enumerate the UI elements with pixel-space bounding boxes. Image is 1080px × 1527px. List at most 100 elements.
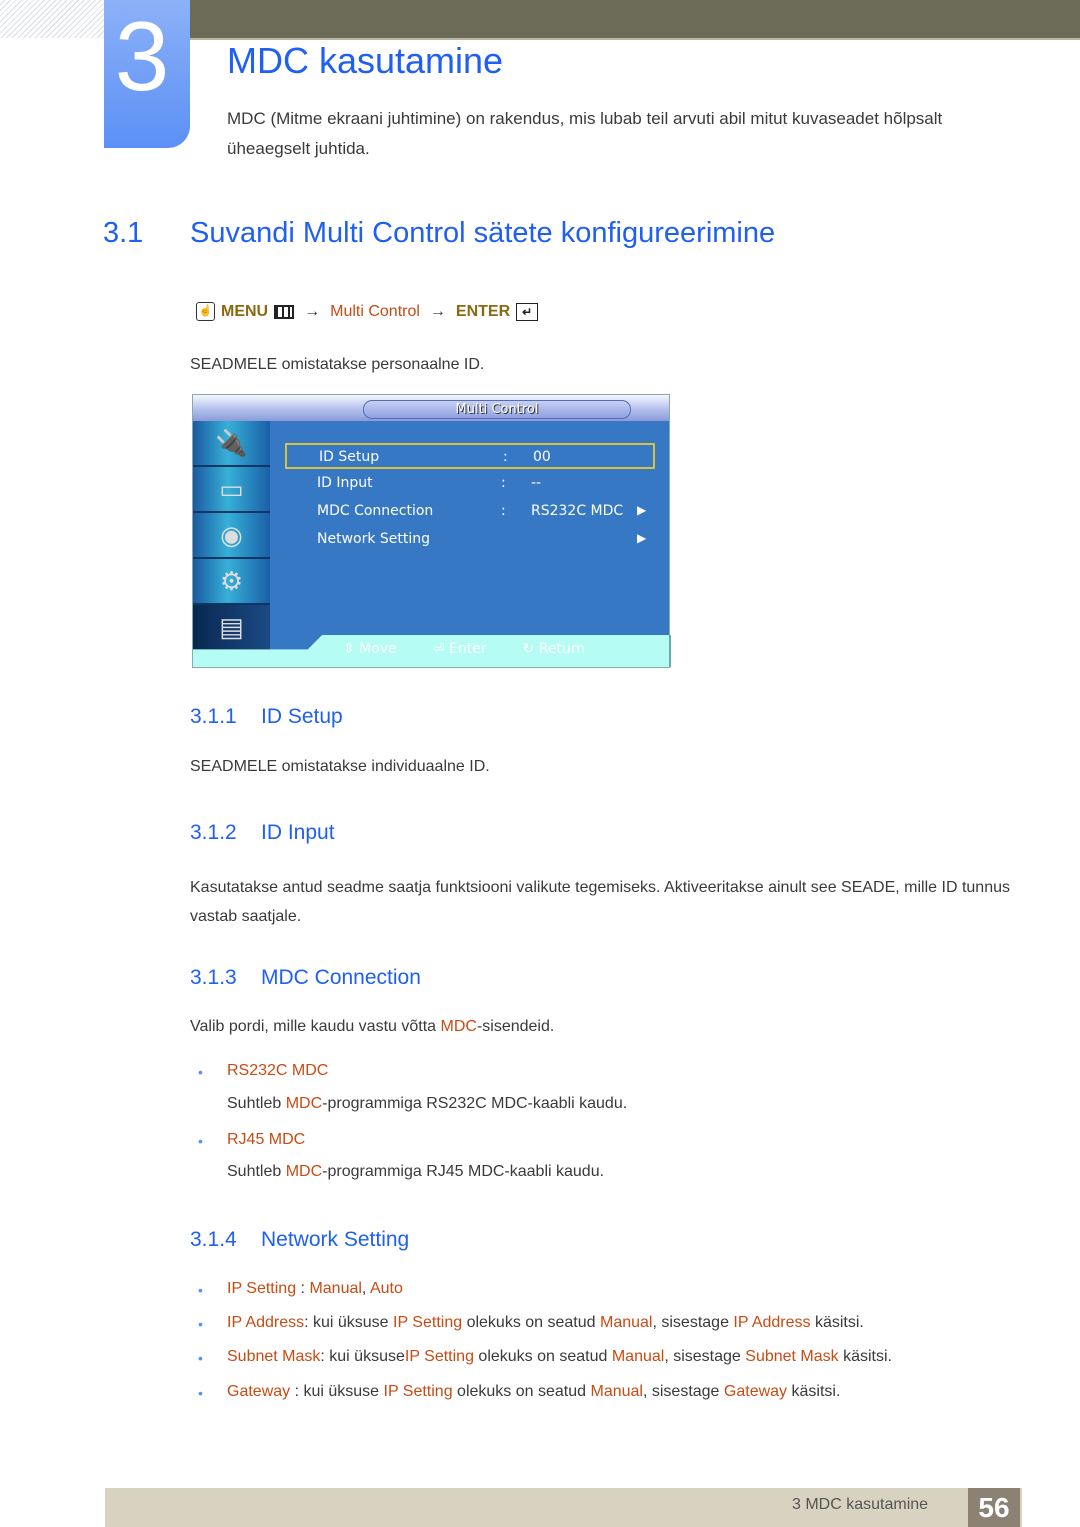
input-plug-icon: 🔌 [193, 421, 270, 467]
osd-hint-label: Return [538, 641, 586, 657]
bullet-icon: • [198, 1282, 203, 1298]
text: käsitsi. [787, 1383, 841, 1400]
text: , sisestage [664, 1348, 746, 1365]
highlight: Auto [369, 1280, 403, 1297]
option-desc: Suhtleb MDC-programmiga RJ45 MDC-kaabli … [227, 1163, 604, 1181]
text: olekuks on seatud [473, 1348, 612, 1365]
highlight: Subnet Mask [227, 1348, 321, 1365]
highlight: IP Setting [227, 1280, 297, 1297]
section-number: 3.1 [103, 217, 144, 249]
text: , sisestage [652, 1314, 734, 1331]
subsection-number: 3.1.1 [190, 705, 237, 728]
return-icon: ↻ [522, 641, 535, 657]
network-bullet: IP Address: kui üksuse IP Setting olekuk… [227, 1314, 864, 1332]
highlight: IP Address [227, 1314, 305, 1331]
play-arrow-icon: ▶ [637, 503, 647, 517]
network-bullet: IP Setting : Manual, Auto [227, 1280, 403, 1298]
osd-title: Multi Control [363, 400, 631, 419]
osd-row-label: MDC Connection [317, 503, 434, 519]
osd-sidebar: 🔌 ▭ ◉ ⚙ ▤ [193, 421, 270, 651]
text: , sisestage [642, 1383, 724, 1400]
subsection-number: 3.1.3 [190, 966, 237, 989]
text: : [296, 1280, 310, 1297]
highlight: Manual [309, 1280, 362, 1297]
move-icon: ⇕ [343, 641, 355, 657]
text: Valib pordi, mille kaudu vastu võtta [190, 1018, 441, 1035]
text: -programmiga RS232C MDC-kaabli kaudu. [322, 1095, 628, 1112]
arrow-icon: → [429, 302, 446, 320]
chapter-number: 3 [114, 1, 170, 111]
text: Suhtleb [227, 1095, 286, 1112]
subsection-title: ID Setup [261, 705, 343, 728]
section-description: SEADMELE omistatakse personaalne ID. [190, 356, 485, 373]
text: olekuks on seatud [462, 1314, 600, 1331]
page-number: 56 [968, 1488, 1020, 1527]
subsection-title: ID Input [261, 821, 335, 844]
highlight: Manual [590, 1383, 643, 1400]
enter-icon: ↵ [516, 302, 539, 321]
subsection-title: Network Setting [261, 1228, 410, 1251]
chapter-title: MDC kasutamine [227, 40, 504, 81]
section-title: Suvandi Multi Control sätete konfigureer… [190, 217, 776, 249]
text: , [361, 1280, 370, 1297]
menu-icon [274, 304, 295, 319]
osd-row-colon: : [503, 449, 508, 465]
network-bullet: Subnet Mask: kui üksuseIP Setting olekuk… [227, 1348, 892, 1366]
osd-hint-return: ↻ Return [523, 641, 586, 657]
multi-control-icon: ▤ [193, 605, 270, 651]
play-arrow-icon: ▶ [637, 531, 647, 545]
osd-row-label: ID Setup [319, 449, 380, 465]
subsection-number: 3.1.4 [190, 1228, 237, 1251]
osd-row-id-input: ID Input : -- [285, 471, 655, 497]
osd-row-colon: : [501, 475, 506, 491]
osd-hint-label: Enter [448, 641, 487, 657]
osd-hint-enter: ⏎ Enter [433, 641, 487, 657]
subsection-text: Kasutatakse antud seadme saatja funktsio… [190, 879, 1010, 925]
highlight: IP Address [733, 1314, 811, 1331]
highlight: MDC [285, 1163, 323, 1180]
bullet-icon: • [198, 1316, 203, 1332]
highlight: Gateway [723, 1383, 788, 1400]
text: käsitsi. [810, 1314, 864, 1331]
highlight: Gateway [227, 1383, 291, 1400]
highlight: MDC [440, 1018, 477, 1035]
text: : kui üksuse [320, 1348, 405, 1365]
text: Suhtleb [227, 1163, 286, 1180]
bullet-icon: • [198, 1350, 203, 1366]
osd-row-network-setting: Network Setting ▶ [285, 527, 655, 553]
osd-menu-screenshot: Multi Control 🔌 ▭ ◉ ⚙ ▤ ID Setup : 00 ID… [192, 394, 671, 668]
osd-row-value: 00 [533, 449, 551, 465]
subsection-number: 3.1.2 [190, 821, 237, 844]
osd-hints: ⇕ Move ⏎ Enter ↻ Return [343, 641, 585, 657]
subsection-text: SEADMELE omistatakse individuaalne ID. [190, 758, 490, 775]
footer-chapter-label: 3 MDC kasutamine [792, 1496, 929, 1513]
bullet-icon: • [198, 1385, 203, 1401]
osd-row-mdc-connection: MDC Connection : RS232C MDC ▶ [285, 499, 655, 525]
highlight: Subnet Mask [745, 1348, 839, 1365]
osd-hint-move: ⇕ Move [343, 641, 397, 657]
osd-row-colon: : [501, 503, 506, 519]
header-bar [190, 0, 1080, 40]
text: -programmiga RJ45 MDC-kaabli kaudu. [322, 1163, 605, 1180]
bullet-icon: • [198, 1064, 203, 1080]
osd-row-label: Network Setting [317, 531, 431, 547]
menu-path: ☝ MENU → Multi Control → ENTER ↵ [196, 302, 539, 321]
osd-hint-label: Move [359, 641, 397, 657]
osd-row-value: -- [531, 475, 542, 491]
osd-row-label: ID Input [317, 475, 373, 491]
text: olekuks on seatud [452, 1383, 591, 1400]
hand-icon: ☝ [196, 302, 215, 321]
header-stripes [0, 0, 105, 38]
menu-item-multi-control: Multi Control [330, 302, 420, 320]
enter-label: ENTER [455, 302, 511, 320]
enter-icon: ⏎ [432, 641, 445, 657]
bullet-icon: • [198, 1133, 203, 1149]
text: : kui üksuse [290, 1383, 384, 1400]
picture-icon: ▭ [193, 467, 270, 513]
osd-row-value: RS232C MDC [531, 503, 624, 519]
highlight: Manual [600, 1314, 653, 1331]
option-desc: Suhtleb MDC-programmiga RS232C MDC-kaabl… [227, 1095, 627, 1113]
text: : kui üksuse [304, 1314, 394, 1331]
text: -sisendeid. [476, 1018, 555, 1035]
osd-row-id-setup: ID Setup : 00 [285, 443, 655, 469]
